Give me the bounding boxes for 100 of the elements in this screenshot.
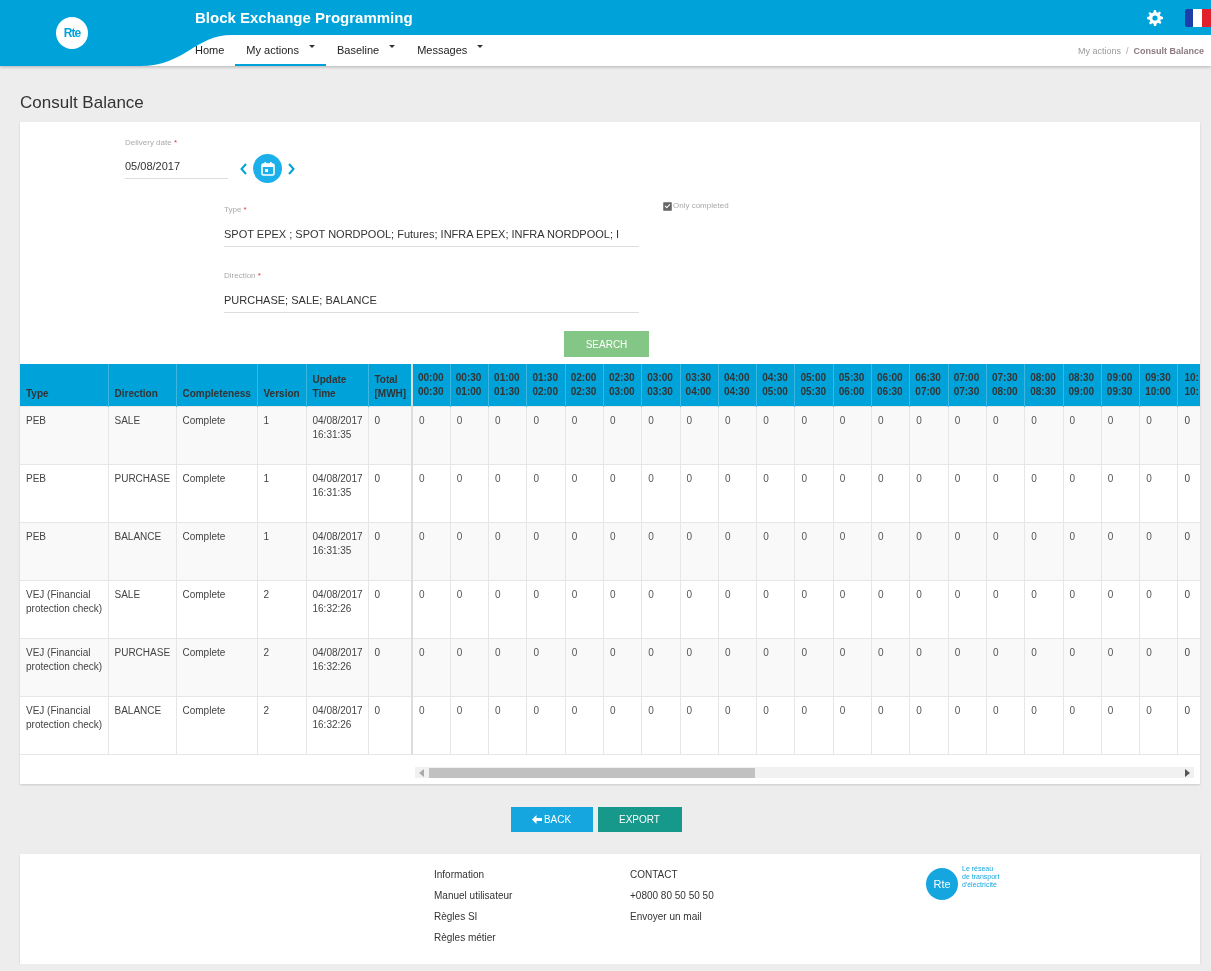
nav-tab[interactable]: Baseline	[325, 35, 407, 66]
date-field[interactable]: 05/08/2017	[125, 147, 228, 179]
table-cell: 0	[986, 638, 1025, 697]
table-cell: 0	[756, 406, 795, 465]
table-cell: 0	[871, 406, 910, 465]
flag-icon[interactable]	[1185, 8, 1211, 27]
nav-tab[interactable]: My actions	[235, 35, 326, 66]
column-header: 02:00 02:30	[565, 364, 604, 407]
checkbox[interactable]	[663, 202, 672, 211]
footer-link[interactable]: Envoyer un mail	[630, 910, 926, 924]
table-cell: 0	[718, 406, 757, 465]
footer-heading: Information	[434, 868, 486, 882]
table-cell: 0	[986, 522, 1025, 581]
table-cell: 0	[450, 696, 489, 755]
table-cell: 0	[641, 638, 681, 697]
table-cell: 0	[1024, 638, 1064, 697]
table-cell: 1	[257, 522, 306, 581]
footer-link[interactable]: Manuel utilisateur	[434, 889, 630, 903]
table-cell: 0	[1139, 696, 1178, 755]
nav-tab[interactable]: Home	[184, 35, 236, 66]
column-header: 06:30 07:00	[909, 364, 949, 407]
table-cell: 0	[450, 522, 489, 581]
table-cell: 0	[1063, 696, 1102, 755]
arrow-left-icon	[531, 815, 542, 824]
table-cell: 0	[1177, 638, 1200, 697]
table-cell: 2	[257, 638, 306, 697]
table-cell: 0	[986, 696, 1025, 755]
column-header: Version	[257, 364, 306, 407]
table-cell: 0	[756, 638, 795, 697]
table-cell: 0	[412, 522, 451, 581]
table-cell: 0	[1063, 638, 1102, 697]
table-cell: 0	[948, 522, 987, 581]
chevron-left-icon[interactable]	[240, 162, 248, 175]
column-header: 09:00 09:30	[1101, 364, 1140, 407]
column-header: 03:30 04:00	[680, 364, 719, 407]
table-cell: VEJ (Financial protection check)	[20, 696, 108, 755]
table-cell: 0	[948, 638, 987, 697]
table-cell: 0	[1101, 696, 1140, 755]
direction-field[interactable]: PURCHASE; SALE; BALANCE	[224, 280, 639, 313]
table-cell: 04/08/2017 16:31:35	[306, 406, 368, 465]
footer-link[interactable]: Règles SI	[434, 910, 630, 924]
table-cell: 0	[1024, 696, 1064, 755]
table-cell: 0	[526, 522, 566, 581]
nav-tab[interactable]: Messages	[406, 35, 495, 66]
column-header: 07:00 07:30	[948, 364, 987, 407]
table-cell: Complete	[176, 638, 257, 697]
table-cell: 0	[565, 406, 604, 465]
column-header: 10: 10:	[1177, 364, 1200, 407]
field-label: Direction *	[224, 271, 262, 280]
table-cell: 0	[718, 522, 757, 581]
table-cell: 0	[871, 638, 910, 697]
scroll-right-icon[interactable]	[1184, 768, 1190, 777]
table-cell: 0	[368, 406, 412, 465]
table-cell: 0	[1177, 522, 1200, 581]
table-cell: VEJ (Financial protection check)	[20, 638, 108, 697]
table-cell: 0	[1139, 638, 1178, 697]
table-cell: 0	[412, 406, 451, 465]
table-cell: 0	[603, 406, 642, 465]
table-cell: 0	[368, 696, 412, 755]
table-cell: Complete	[176, 696, 257, 755]
table-cell: 0	[526, 638, 566, 697]
breadcrumb-item: Consult Balance	[1133, 45, 1204, 56]
export-button[interactable]: EXPORT	[597, 807, 682, 832]
table-cell: 0	[833, 696, 872, 755]
column-header: 00:30 01:00	[450, 364, 489, 407]
column-header: 07:30 08:00	[986, 364, 1025, 407]
scroll-left-icon[interactable]	[419, 768, 425, 777]
table-cell: 0	[526, 696, 566, 755]
column-header: Direction	[108, 364, 176, 407]
table-cell: 04/08/2017 16:31:35	[306, 522, 368, 581]
column-header: 06:00 06:30	[871, 364, 910, 407]
table-cell: PEB	[20, 522, 108, 581]
horizontal-scrollbar[interactable]	[415, 767, 1194, 778]
table-cell: 0	[948, 406, 987, 465]
table-cell: 0	[1024, 406, 1064, 465]
table-cell: 0	[368, 522, 412, 581]
chevron-right-icon[interactable]	[287, 162, 295, 175]
footer-link[interactable]: +0800 80 50 50 50	[630, 889, 926, 903]
table-cell: 0	[1139, 522, 1178, 581]
app-title: Block Exchange Programming	[195, 9, 413, 26]
footer-link[interactable]: Règles métier	[434, 931, 630, 945]
settings-icon[interactable]	[1147, 9, 1163, 26]
table-cell: 0	[603, 638, 642, 697]
table-cell: 0	[833, 522, 872, 581]
calendar-icon	[260, 161, 275, 176]
table-cell: 0	[833, 406, 872, 465]
table-cell: 0	[1063, 522, 1102, 581]
table-cell: 0	[603, 522, 642, 581]
table-cell: 0	[1177, 406, 1200, 465]
calendar-button[interactable]	[253, 154, 282, 183]
table-cell: 0	[986, 406, 1025, 465]
column-header: 05:00 05:30	[794, 364, 834, 407]
table-cell: 0	[565, 522, 604, 581]
type-field[interactable]: SPOT EPEX ; SPOT NORDPOOL; Futures; INFRA EPEX; INFRA NORDPOOL; I	[224, 214, 639, 247]
table-cell: 0	[794, 522, 834, 581]
table-cell: 0	[641, 522, 681, 581]
column-header: 08:30 09:00	[1063, 364, 1102, 407]
table-cell: 0	[1177, 696, 1200, 755]
checkbox-label: Only completed	[673, 201, 729, 210]
page-title: Consult Balance	[20, 93, 145, 113]
